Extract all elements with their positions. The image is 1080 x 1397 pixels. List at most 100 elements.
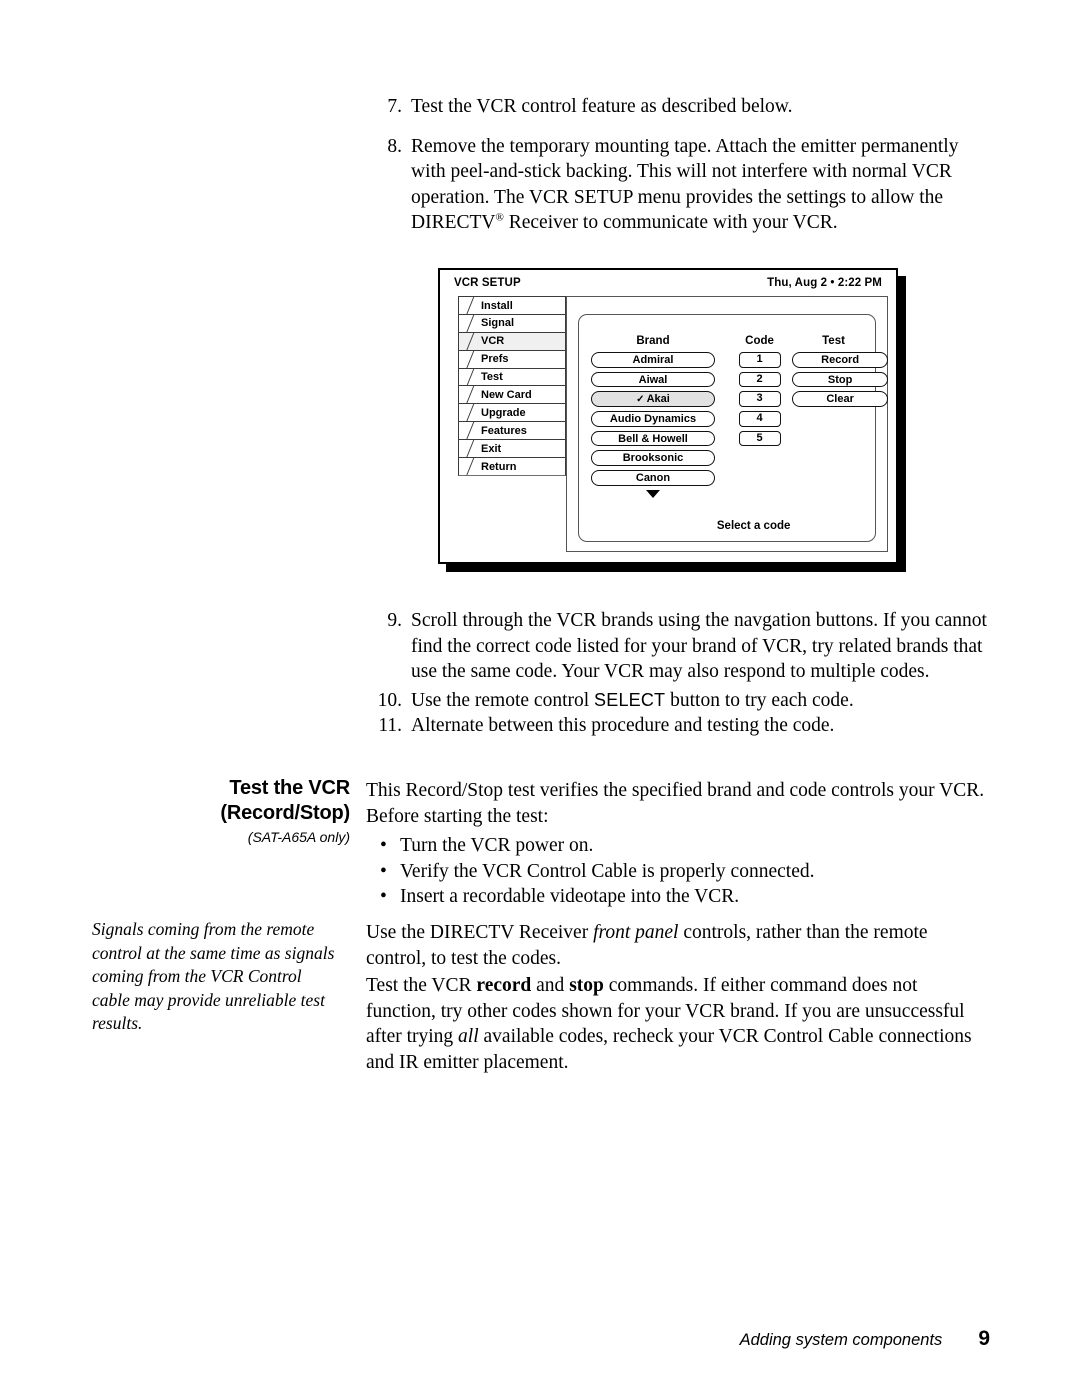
menu-tab-test[interactable]: Test: [458, 367, 566, 387]
tab-notch-icon: [459, 440, 477, 458]
menu-tab-label: Return: [481, 460, 517, 473]
paragraph-conjunction: and: [531, 975, 570, 996]
brand-label: Admiral: [632, 354, 674, 366]
front-panel-emphasis: front panel: [593, 922, 679, 943]
test-button-clear[interactable]: Clear: [792, 391, 889, 407]
tab-notch-icon: [459, 404, 477, 422]
brand-option-audio-dynamics[interactable]: Audio Dynamics: [591, 411, 715, 427]
step-item: 9. Scroll through the VCR brands using t…: [368, 608, 988, 685]
screen-title: VCR SETUP: [454, 277, 521, 289]
section-subtitle: (SAT-A65A only): [247, 829, 350, 845]
bullet-text: Insert a recordable videotape into the V…: [400, 886, 740, 907]
step-text: Scroll through the VCR brands using the …: [411, 610, 987, 682]
code-option-1[interactable]: 1: [738, 352, 781, 368]
menu-tab-signal[interactable]: Signal: [458, 313, 566, 334]
tab-notch-icon: [459, 422, 477, 440]
menu-tab-return[interactable]: Return: [458, 457, 566, 477]
tab-notch-icon: [459, 368, 477, 386]
brand-option-brooksonic[interactable]: Brooksonic: [591, 450, 715, 466]
settings-columns: Brand Admiral Aiwal ✓ Akai Audio Dynamics…: [579, 335, 889, 498]
brand-column-header: Brand: [636, 335, 670, 347]
menu-tab-upgrade[interactable]: Upgrade: [458, 403, 566, 423]
test-button-stop[interactable]: Stop: [792, 371, 889, 388]
menu-tab-label: New Card: [481, 389, 532, 402]
menu-tab-label: Signal: [481, 317, 515, 330]
paragraph-part-a: Test the VCR: [366, 975, 477, 996]
step-text: Remove the temporary mounting tape. Atta…: [411, 134, 988, 236]
brand-option-admiral[interactable]: Admiral: [591, 352, 715, 368]
vcr-settings-panel-inner: Brand Admiral Aiwal ✓ Akai Audio Dynamics…: [578, 314, 889, 542]
section-heading-line1: Test the VCR: [229, 777, 350, 799]
panel-status-text: Select a code: [716, 520, 791, 532]
tab-notch-icon: [459, 350, 477, 368]
brand-option-bell-howell[interactable]: Bell & Howell: [591, 430, 715, 447]
brand-label: Akai: [646, 393, 670, 406]
step-item: 10. Use the remote control SELECT button…: [368, 688, 988, 714]
section-heading-line2: (Record/Stop): [220, 802, 350, 824]
brand-column: Brand Admiral Aiwal ✓ Akai Audio Dynamics…: [579, 335, 727, 498]
scroll-down-arrow-icon[interactable]: [646, 489, 660, 498]
test-button-record[interactable]: Record: [792, 352, 889, 368]
vcr-settings-panel: Brand Admiral Aiwal ✓ Akai Audio Dynamics…: [566, 296, 889, 552]
brand-option-aiwal[interactable]: Aiwal: [591, 371, 715, 388]
brand-label: Aiwal: [638, 373, 668, 386]
test-column: Test Record Stop Clear: [792, 335, 889, 498]
brand-option-canon[interactable]: Canon: [591, 470, 715, 486]
brand-option-akai[interactable]: ✓ Akai: [591, 391, 715, 407]
step-number: 7.: [387, 96, 402, 117]
menu-tab-exit[interactable]: Exit: [458, 439, 566, 459]
screen-header: VCR SETUP Thu, Aug 2 • 2:22 PM: [440, 277, 896, 289]
registered-mark: ®: [495, 211, 504, 224]
list-item: • Verify the VCR Control Cable is proper…: [380, 859, 990, 885]
menu-tab-list: Install Signal VCR Prefs Test New Card U…: [458, 296, 566, 477]
menu-tab-label: Install: [481, 299, 513, 312]
step-text-part-b: button to try each code.: [665, 689, 854, 711]
page-number: 9: [978, 1327, 990, 1350]
steps-list-middle: 9. Scroll through the VCR brands using t…: [368, 608, 988, 739]
step-item: 11. Alternate between this procedure and…: [368, 713, 988, 739]
menu-tab-features[interactable]: Features: [458, 421, 566, 441]
brand-label: Brooksonic: [622, 452, 684, 465]
menu-tab-prefs[interactable]: Prefs: [458, 349, 566, 369]
tab-notch-icon: [459, 297, 477, 315]
stop-command-emphasis: stop: [569, 975, 604, 996]
tv-screen-frame: VCR SETUP Thu, Aug 2 • 2:22 PM Install S…: [438, 268, 898, 564]
paragraph-part-a: Use the DIRECTV Receiver: [366, 922, 594, 943]
code-column: Code 1 2 3 4 5: [727, 335, 792, 498]
document-page: 7. Test the VCR control feature as descr…: [0, 0, 1080, 1397]
list-item: • Turn the VCR power on.: [380, 833, 990, 859]
menu-tab-label: Upgrade: [481, 406, 526, 419]
menu-tab-new-card[interactable]: New Card: [458, 385, 566, 405]
code-option-4[interactable]: 4: [738, 411, 781, 427]
step-text-part-b: Receiver to communicate with your VCR.: [503, 212, 838, 233]
menu-tab-install[interactable]: Install: [458, 296, 566, 316]
list-item: • Insert a recordable videotape into the…: [380, 884, 990, 910]
menu-tab-label: VCR: [481, 335, 505, 348]
code-option-3[interactable]: 3: [738, 391, 781, 407]
step-text: Alternate between this procedure and tes…: [411, 715, 835, 736]
page-footer: Adding system components 9: [0, 1327, 990, 1351]
vcr-setup-figure: VCR SETUP Thu, Aug 2 • 2:22 PM Install S…: [438, 268, 906, 572]
record-stop-paragraph: Test the VCR record and stop commands. I…: [366, 973, 990, 1075]
code-option-2[interactable]: 2: [738, 371, 781, 388]
step-text: Test the VCR control feature as describe…: [411, 96, 793, 117]
tab-notch-icon: [459, 314, 477, 333]
code-column-header: Code: [745, 335, 774, 347]
tab-notch-icon: [459, 458, 477, 476]
step-text-part-a: Use the remote control: [411, 689, 595, 711]
menu-tab-label: Features: [481, 424, 527, 437]
step-number: 8.: [387, 135, 402, 157]
menu-tab-label: Test: [481, 371, 503, 384]
bullet-dot-icon: •: [380, 835, 387, 856]
menu-tab-label: Exit: [481, 442, 502, 455]
brand-label: Audio Dynamics: [609, 413, 697, 426]
checkmark-icon: ✓: [636, 394, 645, 406]
step-number: 10.: [377, 689, 402, 711]
menu-tab-vcr[interactable]: VCR: [458, 331, 566, 351]
footer-section-name: Adding system components: [739, 1331, 943, 1349]
section-heading: Test the VCR (Record/Stop): [92, 776, 350, 826]
steps-list-top: 7. Test the VCR control feature as descr…: [368, 94, 988, 250]
all-emphasis: all: [458, 1026, 479, 1047]
code-option-5[interactable]: 5: [738, 430, 781, 447]
bullet-text: Turn the VCR power on.: [400, 835, 594, 856]
